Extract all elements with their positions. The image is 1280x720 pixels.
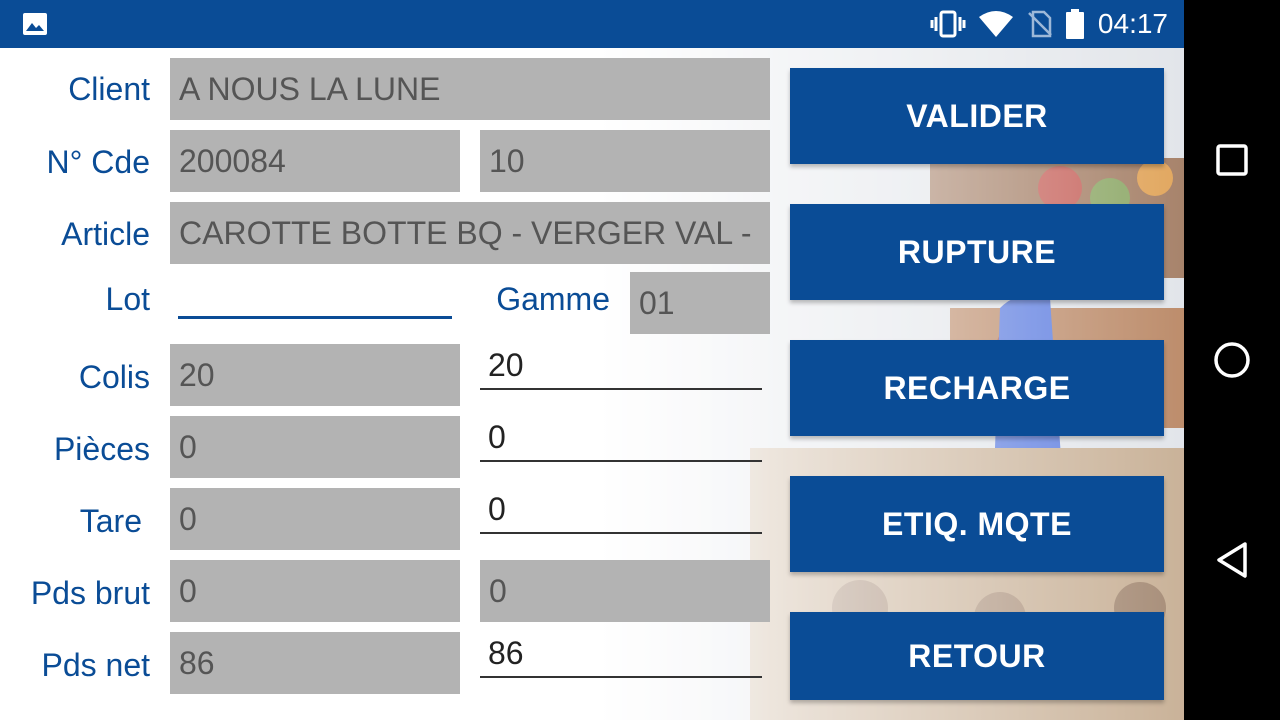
vibrate-icon	[930, 10, 966, 38]
wifi-icon	[978, 10, 1014, 38]
home-circle-icon[interactable]	[1212, 340, 1252, 380]
pds-brut-field: 0	[170, 560, 460, 622]
colis-input[interactable]: 20	[480, 340, 762, 390]
status-bar: 04:17	[0, 0, 1184, 48]
article-field: CAROTTE BOTTE BQ - VERGER VAL -	[170, 202, 770, 264]
lot-input[interactable]	[178, 277, 452, 319]
status-clock: 04:17	[1097, 8, 1168, 39]
pds-net-label: Pds net	[41, 647, 150, 683]
tare-field: 0	[170, 488, 460, 550]
image-icon	[22, 12, 48, 36]
tare-input[interactable]: 0	[480, 484, 762, 534]
client-field: A NOUS LA LUNE	[170, 58, 770, 120]
pds-net-input[interactable]: 86	[480, 628, 762, 678]
recents-square-icon[interactable]	[1212, 140, 1252, 180]
valider-button[interactable]: VALIDER	[790, 68, 1164, 164]
pds-brut-field-2: 0	[480, 560, 770, 622]
back-triangle-icon[interactable]	[1212, 540, 1252, 580]
pds-net-field: 86	[170, 632, 460, 694]
navigation-bar	[1184, 0, 1280, 720]
battery-icon	[1066, 9, 1084, 39]
pieces-label: Pièces	[53, 431, 150, 467]
colis-label: Colis	[78, 359, 150, 395]
pds-brut-label: Pds brut	[30, 575, 150, 611]
gamme-field: 01	[630, 272, 770, 334]
pieces-input[interactable]: 0	[480, 412, 762, 462]
order-number-field: 200084	[170, 130, 460, 192]
retour-button[interactable]: RETOUR	[790, 612, 1164, 700]
gamme-label: Gamme	[496, 281, 610, 317]
etiq-mqte-button[interactable]: ETIQ. MQTE	[790, 476, 1164, 572]
lot-label: Lot	[105, 281, 150, 317]
pieces-field: 0	[170, 416, 460, 478]
no-sim-icon	[1026, 10, 1054, 38]
colis-field: 20	[170, 344, 460, 406]
article-label: Article	[61, 216, 150, 252]
order-number-label: N° Cde	[46, 144, 151, 180]
tare-label: Tare	[79, 503, 142, 539]
recharge-button[interactable]: RECHARGE	[790, 340, 1164, 436]
order-line-field: 10	[480, 130, 770, 192]
client-label: Client	[68, 71, 150, 107]
rupture-button[interactable]: RUPTURE	[790, 204, 1164, 300]
